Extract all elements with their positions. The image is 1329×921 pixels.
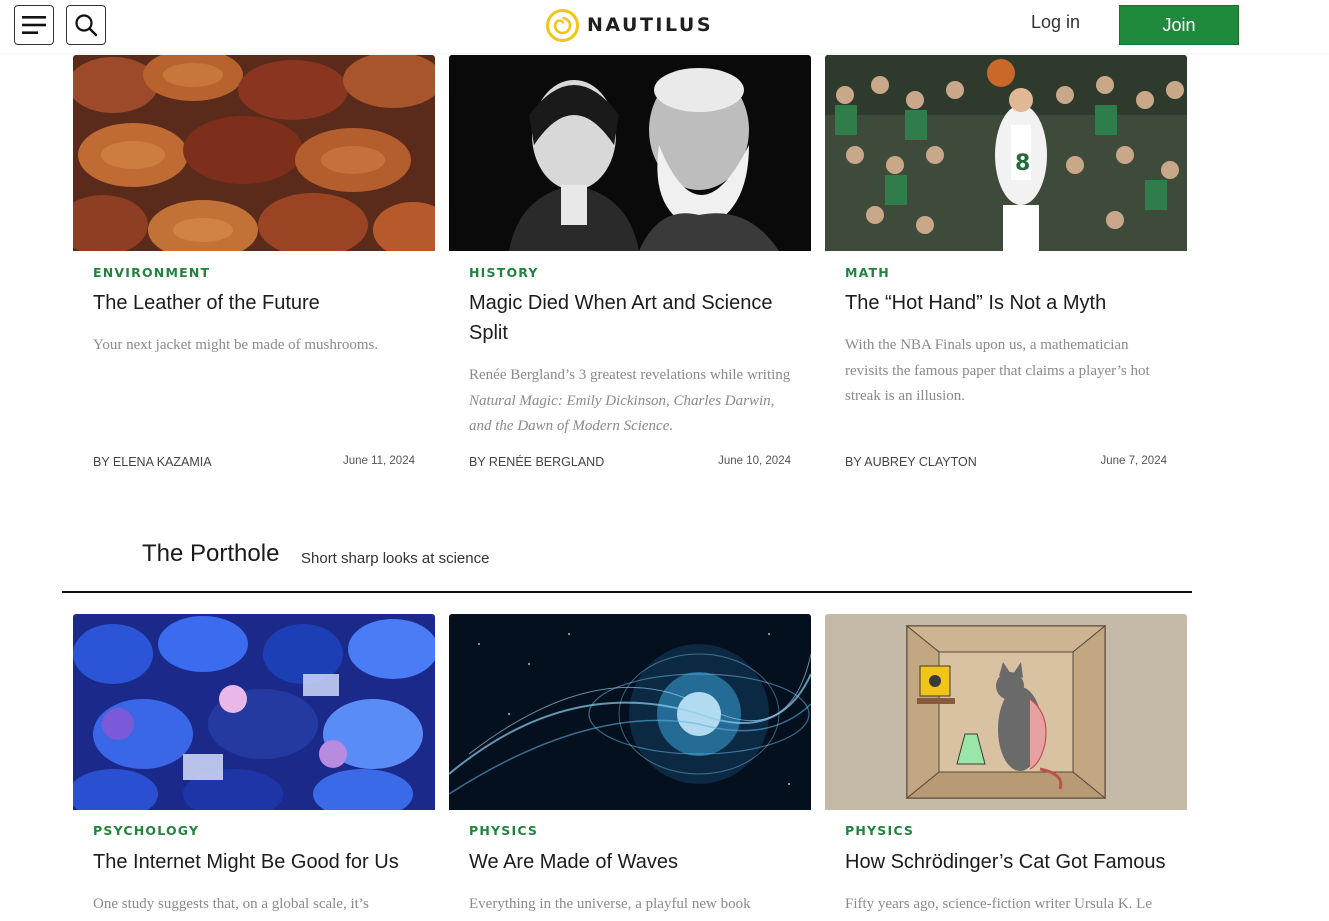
article-dek: Renée Bergland’s 3 greatest revelations … — [469, 363, 799, 440]
article-category[interactable]: ENVIRONMENT — [93, 265, 210, 280]
article-byline[interactable]: BY RENÉE BERGLAND — [469, 455, 604, 469]
section-subtitle: Short sharp looks at science — [301, 550, 490, 567]
article-title[interactable]: The Internet Might Be Good for Us — [93, 847, 423, 877]
article-image-portraits[interactable] — [449, 55, 811, 251]
article-category[interactable]: HISTORY — [469, 265, 539, 280]
hamburger-menu-icon — [22, 16, 46, 34]
article-title[interactable]: The “Hot Hand” Is Not a Myth — [845, 288, 1175, 318]
nautilus-logo-icon — [546, 8, 579, 42]
article-dek: Your next jacket might be made of mushro… — [93, 337, 379, 353]
article-card[interactable]: ENVIRONMENT The Leather of the Future Yo… — [73, 55, 435, 485]
article-title[interactable]: How Schrödinger’s Cat Got Famous — [845, 847, 1175, 877]
site-logo[interactable]: NAUTILUS — [546, 8, 713, 42]
article-title[interactable]: Magic Died When Art and Science Split — [469, 288, 799, 348]
article-image-cat-in-box[interactable] — [825, 614, 1187, 810]
section-title[interactable]: The Porthole — [142, 540, 279, 568]
article-byline[interactable]: BY ELENA KAZAMIA — [93, 455, 212, 469]
article-image-basketball[interactable]: 8 — [825, 55, 1187, 251]
article-dek: One study suggests that, on a global sca… — [93, 896, 369, 912]
article-dek: Fifty years ago, science-fiction writer … — [845, 896, 1152, 912]
article-card[interactable]: 8 MATH The “Hot Hand” Is Not a Myth With… — [825, 55, 1187, 485]
section-divider — [62, 591, 1192, 593]
article-card[interactable]: PHYSICS We Are Made of Waves Everything … — [449, 614, 811, 921]
article-category[interactable]: PHYSICS — [845, 823, 914, 838]
article-dek-italic: Natural Magic: Emily Dickinson, Charles … — [469, 392, 775, 435]
article-dek-plain: Renée Bergland’s 3 greatest revelations … — [469, 367, 791, 383]
site-header: NAUTILUS Log in Join — [0, 0, 1329, 53]
article-image-cosmic-waves[interactable] — [449, 614, 811, 810]
logo-text: NAUTILUS — [587, 14, 714, 36]
article-category[interactable]: PHYSICS — [469, 823, 538, 838]
login-link[interactable]: Log in — [1031, 12, 1080, 33]
article-image-mushrooms[interactable] — [73, 55, 435, 251]
article-title[interactable]: We Are Made of Waves — [469, 847, 799, 877]
menu-button[interactable] — [14, 5, 54, 45]
article-dek: With the NBA Finals upon us, a mathemati… — [845, 337, 1150, 404]
search-button[interactable] — [66, 5, 106, 45]
svg-text:8: 8 — [1015, 151, 1030, 176]
article-dek: Everything in the universe, a playful ne… — [469, 896, 751, 912]
join-button[interactable]: Join — [1119, 5, 1239, 45]
article-date: June 10, 2024 — [718, 455, 791, 467]
article-date: June 11, 2024 — [342, 455, 415, 467]
article-card[interactable]: PSYCHOLOGY The Internet Might Be Good fo… — [73, 614, 435, 921]
article-card[interactable]: HISTORY Magic Died When Art and Science … — [449, 55, 811, 485]
article-category[interactable]: PSYCHOLOGY — [93, 823, 199, 838]
search-icon — [75, 14, 98, 37]
article-date: June 7, 2024 — [1100, 455, 1167, 467]
article-category[interactable]: MATH — [845, 265, 890, 280]
article-card[interactable]: PHYSICS How Schrödinger’s Cat Got Famous… — [825, 614, 1187, 921]
article-image-crowd-illustration[interactable] — [73, 614, 435, 810]
article-byline[interactable]: BY AUBREY CLAYTON — [845, 455, 977, 469]
article-title[interactable]: The Leather of the Future — [93, 288, 423, 318]
